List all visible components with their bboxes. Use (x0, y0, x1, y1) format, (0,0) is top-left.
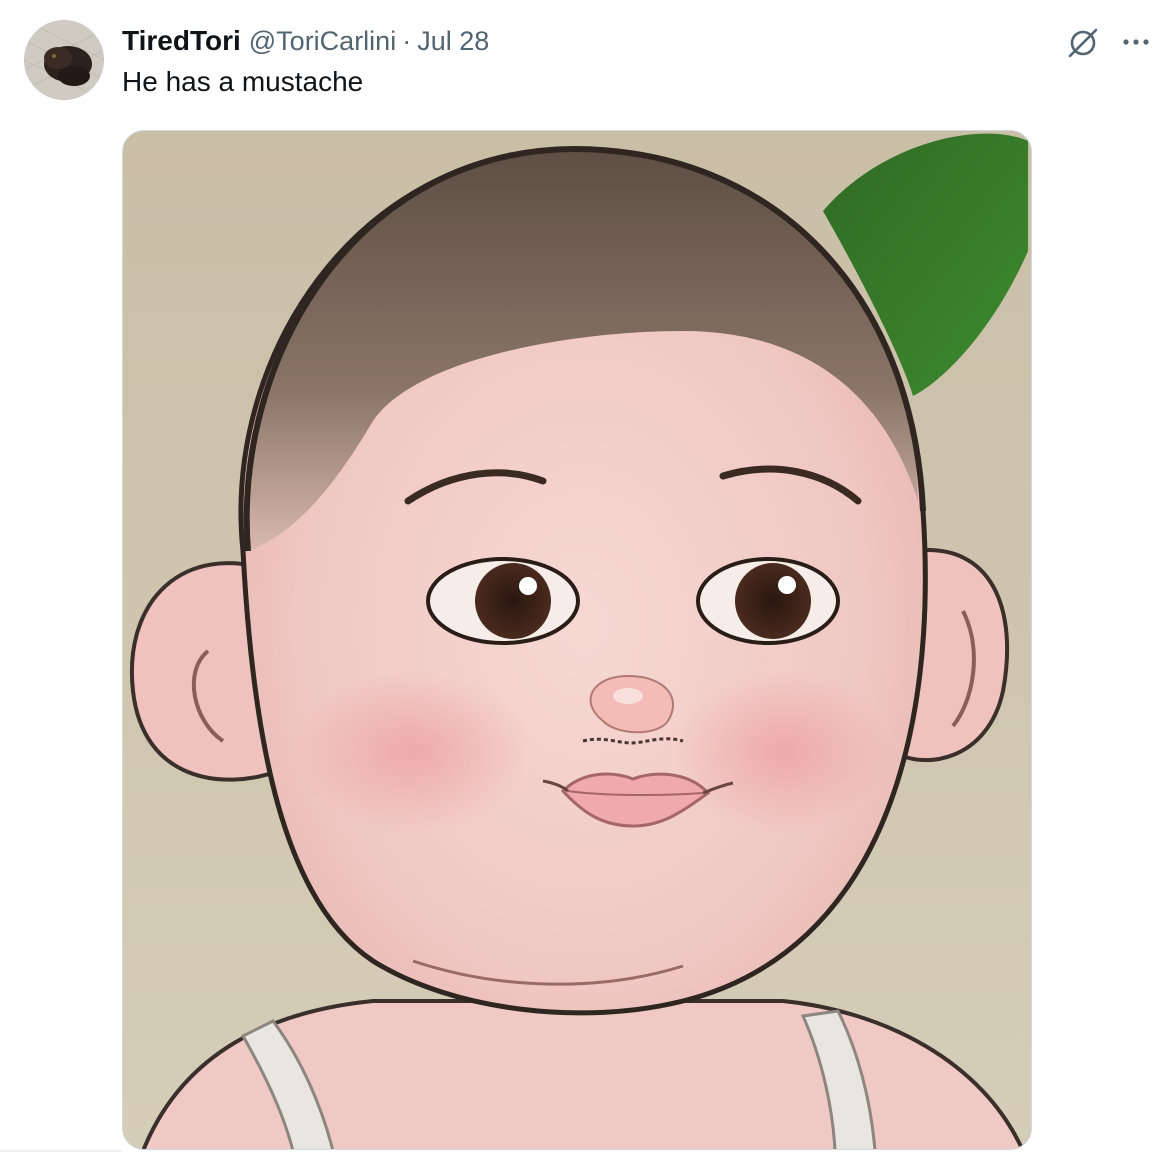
grok-button[interactable] (1064, 22, 1104, 62)
separator-dot: · (402, 25, 412, 56)
display-name[interactable]: TiredTori (122, 25, 241, 57)
user-handle[interactable]: @ToriCarlini (249, 26, 396, 57)
grok-icon (1068, 28, 1098, 58)
avatar-cat-photo-icon (24, 20, 104, 100)
divider (0, 1150, 122, 1152)
tweet-header: TiredTori @ToriCarlini · Jul 28 (122, 24, 489, 58)
tweet-text: He has a mustache (122, 66, 364, 97)
baby-illustration (123, 131, 1031, 1149)
tweet-media[interactable] (122, 130, 1032, 1150)
tweet-date[interactable]: Jul 28 (417, 26, 489, 57)
more-button[interactable] (1116, 22, 1156, 62)
more-icon (1123, 39, 1149, 45)
tweet[interactable]: TiredTori @ToriCarlini · Jul 28 He has a… (0, 0, 1166, 1154)
avatar[interactable] (24, 20, 104, 100)
